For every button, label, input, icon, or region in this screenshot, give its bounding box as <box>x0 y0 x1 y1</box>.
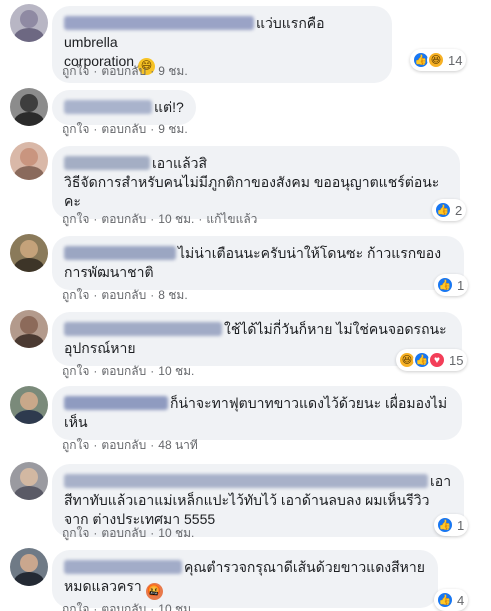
reply-link[interactable]: ตอบกลับ <box>101 436 146 455</box>
angry-emoji-icon: 🤬 <box>145 583 163 600</box>
commenter-name-blurred[interactable] <box>64 16 254 30</box>
commenter-name-blurred[interactable] <box>64 474 428 488</box>
reaction-summary[interactable]: 👍 2 <box>432 199 467 221</box>
avatar[interactable] <box>10 234 48 272</box>
comment-time[interactable]: 9 ชม. <box>158 62 187 81</box>
commenter-name-blurred[interactable] <box>64 560 182 574</box>
avatar[interactable] <box>10 386 48 424</box>
comment-time[interactable]: 9 ชม. <box>158 120 187 139</box>
comment-bubble: ก็น่าจะทาฟุตบาทขาวแดงไว้ด้วยนะ เผื่อมองไ… <box>52 386 462 440</box>
reaction-count: 2 <box>455 202 463 218</box>
comment-actions: ถูกใจ · ตอบกลับ · 10 ชม. <box>62 600 194 611</box>
comment-actions: ถูกใจ · ตอบกลับ · 48 นาที <box>62 436 198 455</box>
comment-item: เอา สีทาทับแล้วเอาแม่เหล็กแปะไว้ทับไว้ เ… <box>0 458 491 544</box>
comment-time[interactable]: 48 นาที <box>158 436 198 455</box>
avatar[interactable] <box>10 142 48 180</box>
reaction-summary[interactable]: 😆 👍 ♥ 15 <box>396 349 468 371</box>
reaction-count: 15 <box>449 352 464 368</box>
comment-item: แว่บแรกคือ umbrella corporation 😄 ถูกใจ ·… <box>0 0 491 86</box>
comment-actions: ถูกใจ · ตอบกลับ · 10 ชม. <box>62 362 194 381</box>
reply-link[interactable]: ตอบกลับ <box>101 210 146 229</box>
comment-item: ใช้ได้ไม่กี่วันก็หาย ไม่ใช่คนจอดรถนะ อุป… <box>0 306 491 382</box>
avatar[interactable] <box>10 4 48 42</box>
reaction-count: 1 <box>457 277 465 293</box>
comment-text: แต่!? <box>154 99 184 115</box>
avatar[interactable] <box>10 548 48 586</box>
comment-actions: ถูกใจ · ตอบกลับ · 9 ชม. <box>62 62 188 81</box>
avatar[interactable] <box>10 310 48 348</box>
reaction-summary[interactable]: 👍 😆 14 <box>410 49 467 71</box>
comment-item: ไม่น่าเตือนนะครับน่าให้โดนซะ ก้าวแรกของ … <box>0 230 491 306</box>
reply-link[interactable]: ตอบกลับ <box>101 524 146 543</box>
reply-link[interactable]: ตอบกลับ <box>101 362 146 381</box>
comment-bubble: ไม่น่าเตือนนะครับน่าให้โดนซะ ก้าวแรกของ … <box>52 236 464 290</box>
like-link[interactable]: ถูกใจ <box>62 286 89 305</box>
reply-link[interactable]: ตอบกลับ <box>101 600 146 611</box>
like-reaction-icon: 👍 <box>436 516 454 534</box>
comment-actions: ถูกใจ · ตอบกลับ · 8 ชม. <box>62 286 188 305</box>
like-link[interactable]: ถูกใจ <box>62 362 89 381</box>
comment-time[interactable]: 10 ชม. <box>158 600 194 611</box>
reply-link[interactable]: ตอบกลับ <box>101 120 146 139</box>
comment-item: แต่!? ถูกใจ · ตอบกลับ · 9 ชม. <box>0 86 491 140</box>
comment-actions: ถูกใจ · ตอบกลับ · 10 ชม. · แก้ไขแล้ว <box>62 210 257 229</box>
comment-bubble: เอาแล้วสิ วิธีจัดการสำหรับคนไม่มีภูกติกา… <box>52 146 460 219</box>
commenter-name-blurred[interactable] <box>64 156 150 170</box>
avatar[interactable] <box>10 88 48 126</box>
comment-item: คุณตำรวจกรุณาดีเส้นด้วยขาวแดงสีหาย หมดแล… <box>0 544 491 611</box>
reaction-count: 4 <box>457 592 465 608</box>
comment-item: ก็น่าจะทาฟุตบาทขาวแดงไว้ด้วยนะ เผื่อมองไ… <box>0 382 491 458</box>
comment-time[interactable]: 10 ชม. <box>158 210 194 229</box>
commenter-name-blurred[interactable] <box>64 246 176 260</box>
commenter-name-blurred[interactable] <box>64 100 152 114</box>
like-link[interactable]: ถูกใจ <box>62 62 89 81</box>
reaction-summary[interactable]: 👍 1 <box>434 514 469 536</box>
reaction-count: 14 <box>448 52 463 68</box>
love-reaction-icon: ♥ <box>428 351 446 369</box>
edited-label[interactable]: แก้ไขแล้ว <box>206 210 257 229</box>
like-link[interactable]: ถูกใจ <box>62 120 89 139</box>
reaction-summary[interactable]: 👍 4 <box>434 589 469 611</box>
commenter-name-blurred[interactable] <box>64 322 222 336</box>
like-link[interactable]: ถูกใจ <box>62 436 89 455</box>
comment-time[interactable]: 10 ชม. <box>158 362 194 381</box>
like-reaction-icon: 👍 <box>436 276 454 294</box>
like-reaction-icon: 👍 <box>434 201 452 219</box>
like-link[interactable]: ถูกใจ <box>62 210 89 229</box>
comment-actions: ถูกใจ · ตอบกลับ · 9 ชม. <box>62 120 188 139</box>
comment-actions: ถูกใจ · ตอบกลับ · 10 ชม. <box>62 524 194 543</box>
avatar[interactable] <box>10 462 48 500</box>
like-reaction-icon: 👍 <box>436 591 454 609</box>
haha-reaction-icon: 😆 <box>427 51 445 69</box>
commenter-name-blurred[interactable] <box>64 396 168 410</box>
reply-link[interactable]: ตอบกลับ <box>101 62 146 81</box>
comment-time[interactable]: 8 ชม. <box>158 286 187 305</box>
reaction-count: 1 <box>457 517 465 533</box>
like-link[interactable]: ถูกใจ <box>62 524 89 543</box>
reaction-summary[interactable]: 👍 1 <box>434 274 469 296</box>
comment-item: เอาแล้วสิ วิธีจัดการสำหรับคนไม่มีภูกติกา… <box>0 140 491 230</box>
like-link[interactable]: ถูกใจ <box>62 600 89 611</box>
reply-link[interactable]: ตอบกลับ <box>101 286 146 305</box>
comment-time[interactable]: 10 ชม. <box>158 524 194 543</box>
